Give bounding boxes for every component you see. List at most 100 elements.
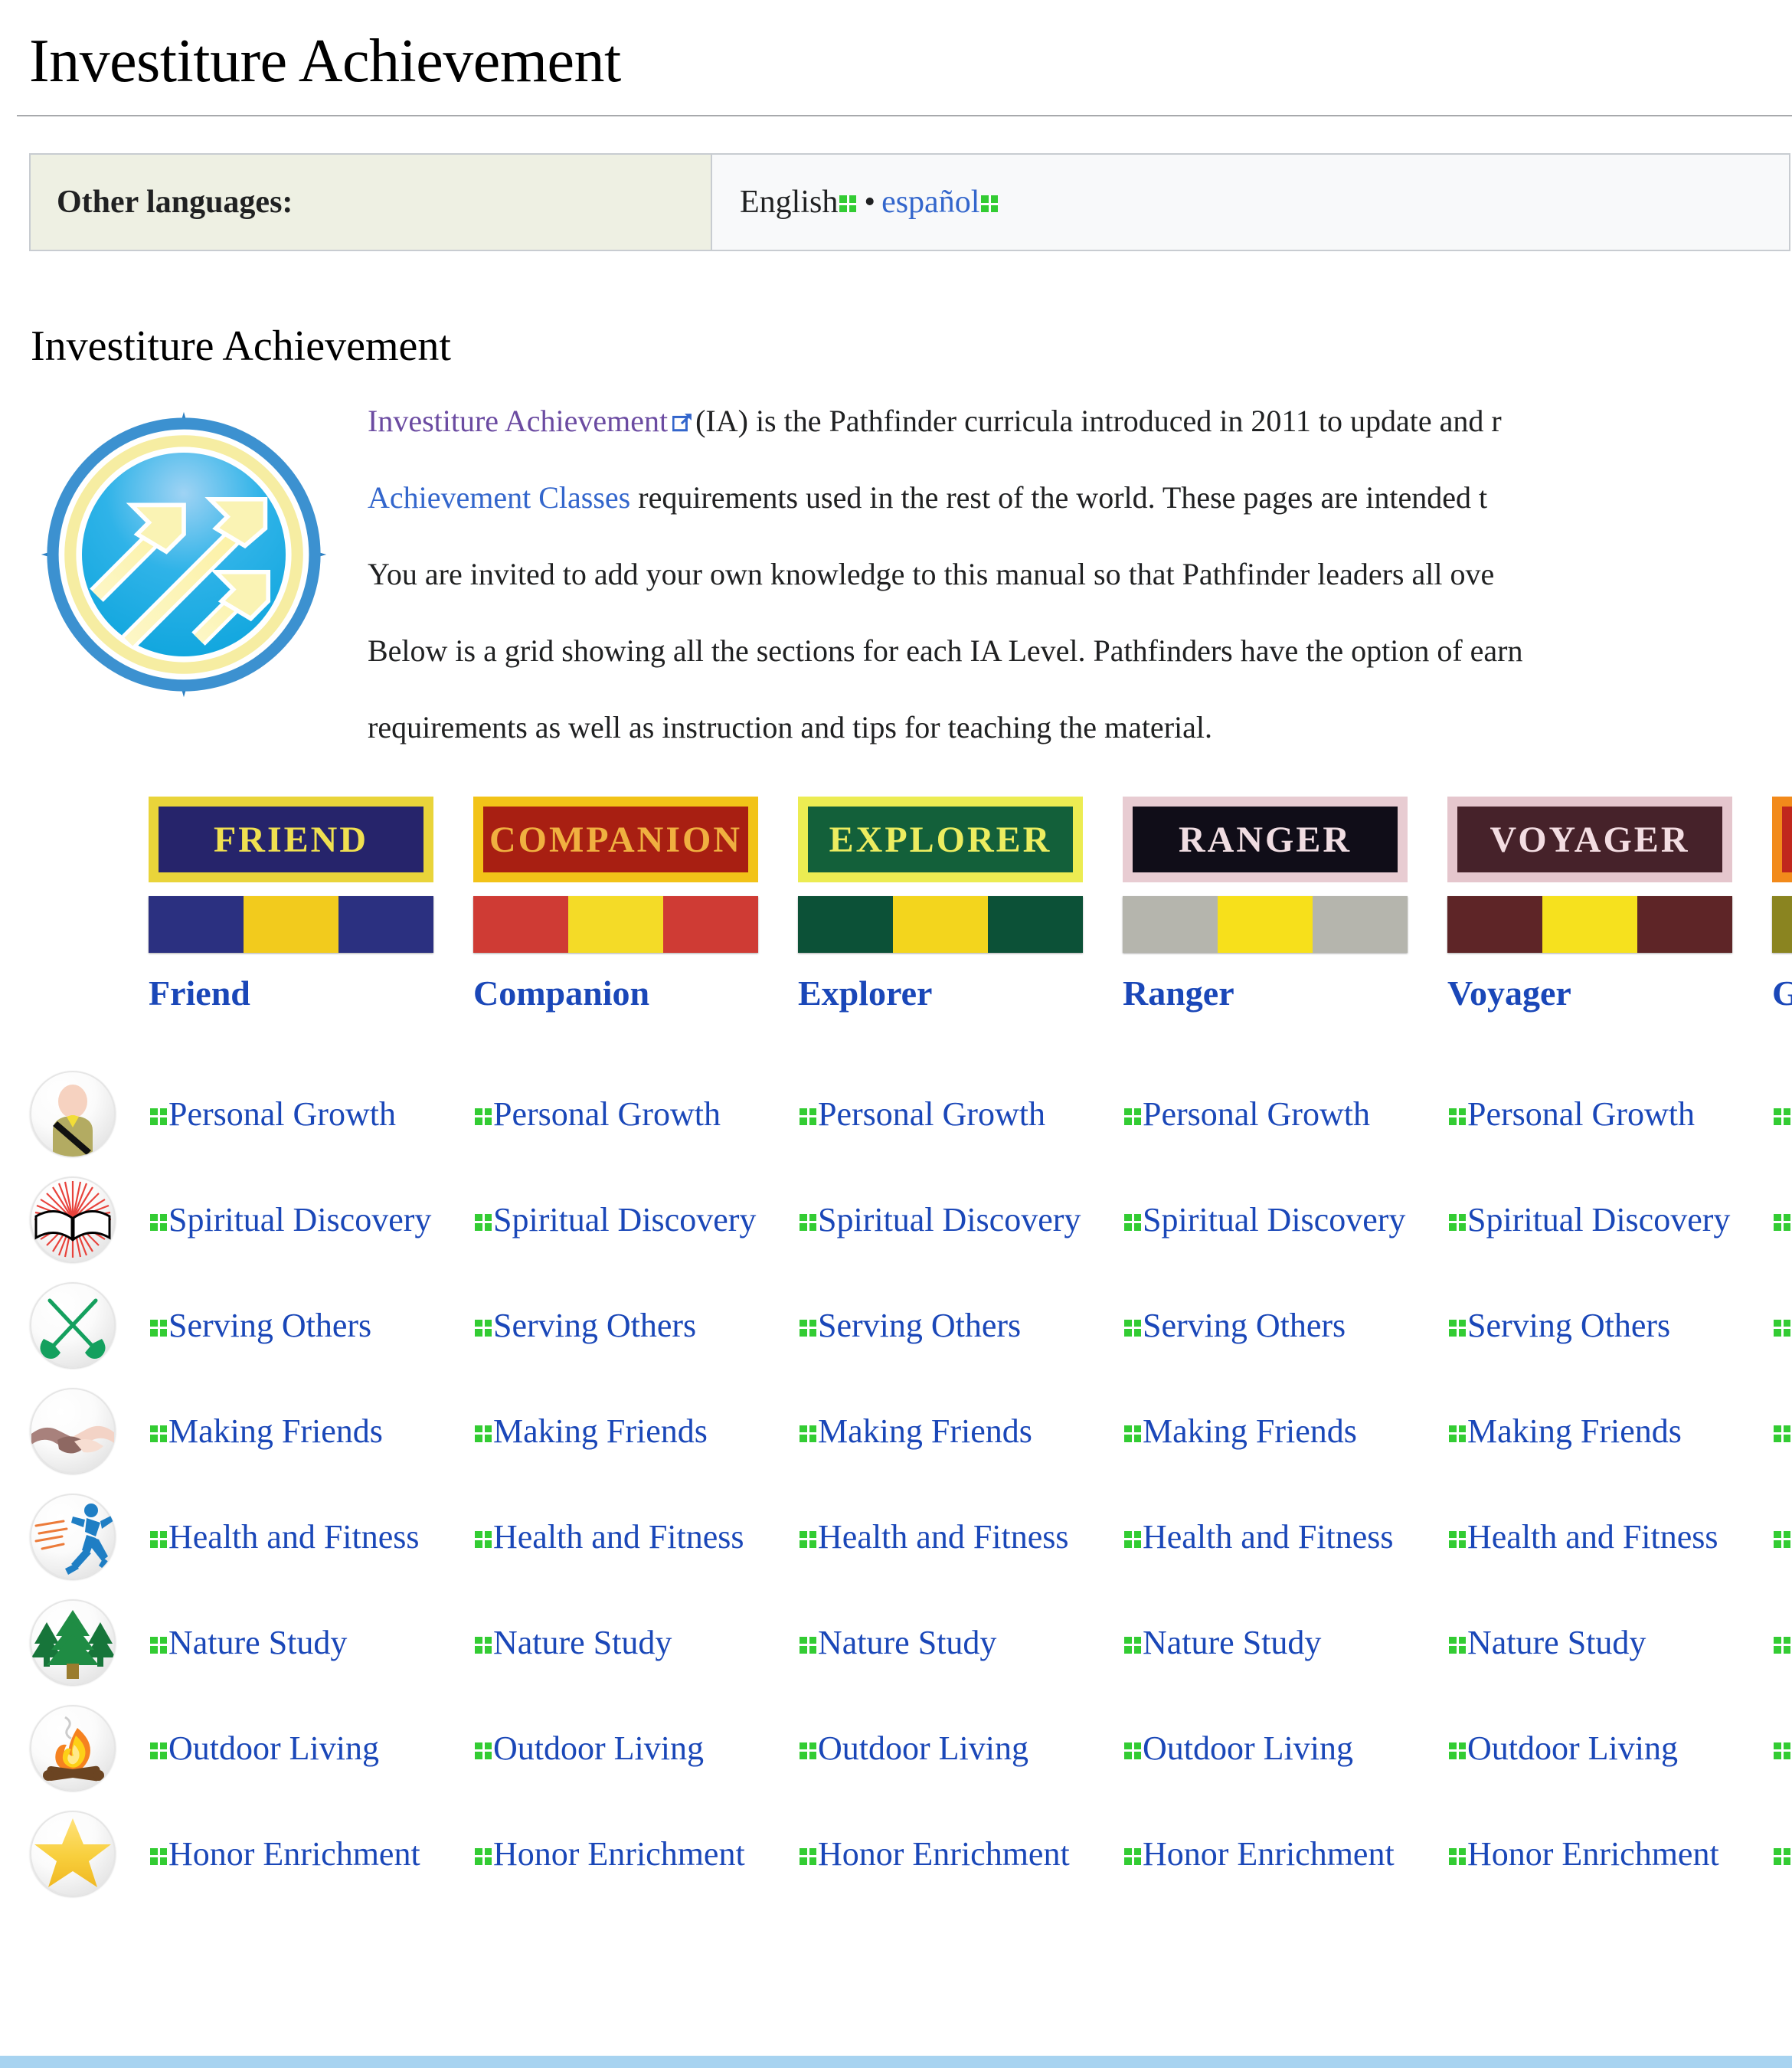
grid-icon[interactable] (1774, 1742, 1790, 1759)
grid-icon[interactable] (1449, 1108, 1466, 1125)
grid-icon[interactable] (1124, 1213, 1141, 1231)
class-badge-voyager[interactable]: VOYAGER (1447, 797, 1732, 882)
section-link-spiritual-discovery[interactable]: Spiritual Discovery (168, 1201, 431, 1239)
achievement-classes-link[interactable]: Achievement Classes (368, 480, 630, 515)
section-link-serving-others[interactable]: Serving Others (168, 1307, 371, 1344)
grid-icon[interactable] (475, 1847, 492, 1865)
section-link-making-friends[interactable]: Making Friends (168, 1412, 383, 1450)
grid-icon[interactable] (475, 1742, 492, 1759)
section-link-making-friends[interactable]: Making Friends (1143, 1412, 1357, 1450)
section-link-honor-enrichment[interactable]: Honor Enrichment (168, 1835, 420, 1873)
class-badge-explorer[interactable]: EXPLORER (798, 797, 1083, 882)
section-link-honor-enrichment[interactable]: Honor Enrichment (818, 1835, 1070, 1873)
section-link-health-and-fitness[interactable]: Health and Fitness (1467, 1518, 1718, 1556)
grid-icon[interactable] (1124, 1742, 1141, 1759)
section-link-spiritual-discovery[interactable]: Spiritual Discovery (1143, 1201, 1405, 1239)
section-link-spiritual-discovery[interactable]: Spiritual Discovery (1467, 1201, 1730, 1239)
class-label-voyager[interactable]: Voyager (1447, 973, 1769, 1013)
grid-icon[interactable] (800, 1213, 816, 1231)
grid-icon[interactable] (475, 1319, 492, 1337)
grid-icon[interactable] (150, 1530, 167, 1548)
class-badge-guide[interactable]: GUIDE (1772, 797, 1792, 882)
class-badge-companion[interactable]: COMPANION (473, 797, 758, 882)
grid-icon[interactable] (800, 1319, 816, 1337)
grid-icon[interactable] (1449, 1530, 1466, 1548)
class-label-guide[interactable]: Guide (1772, 973, 1792, 1013)
grid-icon[interactable] (800, 1530, 816, 1548)
grid-icon[interactable] (1774, 1319, 1790, 1337)
grid-icon[interactable] (1124, 1425, 1141, 1442)
grid-icon[interactable] (1449, 1319, 1466, 1337)
section-link-serving-others[interactable]: Serving Others (1467, 1307, 1670, 1344)
grid-icon[interactable] (150, 1213, 167, 1231)
grid-icon[interactable] (800, 1108, 816, 1125)
section-link-health-and-fitness[interactable]: Health and Fitness (493, 1518, 744, 1556)
class-label-friend[interactable]: Friend (149, 973, 470, 1013)
grid-icon[interactable] (1124, 1319, 1141, 1337)
class-label-ranger[interactable]: Ranger (1123, 973, 1444, 1013)
grid-icon[interactable] (1774, 1425, 1790, 1442)
grid-icon[interactable] (1449, 1742, 1466, 1759)
grid-icon[interactable] (1449, 1425, 1466, 1442)
section-link-spiritual-discovery[interactable]: Spiritual Discovery (493, 1201, 756, 1239)
grid-icon[interactable] (1124, 1847, 1141, 1865)
grid-icon[interactable] (1124, 1530, 1141, 1548)
grid-icon[interactable] (1449, 1636, 1466, 1654)
section-link-honor-enrichment[interactable]: Honor Enrichment (493, 1835, 745, 1873)
section-link-nature-study[interactable]: Nature Study (493, 1624, 672, 1661)
section-link-personal-growth[interactable]: Personal Growth (168, 1095, 396, 1133)
section-link-making-friends[interactable]: Making Friends (493, 1412, 708, 1450)
section-link-outdoor-living[interactable]: Outdoor Living (1143, 1729, 1353, 1767)
section-link-nature-study[interactable]: Nature Study (1467, 1624, 1646, 1661)
grid-icon[interactable] (475, 1213, 492, 1231)
grid-icon[interactable] (1774, 1847, 1790, 1865)
section-link-nature-study[interactable]: Nature Study (168, 1624, 347, 1661)
grid-icon[interactable] (800, 1742, 816, 1759)
grid-icon[interactable] (150, 1742, 167, 1759)
section-link-serving-others[interactable]: Serving Others (1143, 1307, 1346, 1344)
section-link-health-and-fitness[interactable]: Health and Fitness (818, 1518, 1069, 1556)
grid-icon[interactable] (800, 1425, 816, 1442)
section-link-making-friends[interactable]: Making Friends (818, 1412, 1032, 1450)
section-link-spiritual-discovery[interactable]: Spiritual Discovery (818, 1201, 1081, 1239)
section-link-outdoor-living[interactable]: Outdoor Living (493, 1729, 704, 1767)
investiture-achievement-link[interactable]: Investiture Achievement (368, 404, 668, 438)
grid-icon[interactable] (150, 1636, 167, 1654)
grid-icon[interactable] (981, 195, 999, 212)
grid-icon[interactable] (150, 1847, 167, 1865)
grid-icon[interactable] (150, 1319, 167, 1337)
section-link-nature-study[interactable]: Nature Study (1143, 1624, 1321, 1661)
grid-icon[interactable] (150, 1108, 167, 1125)
section-link-making-friends[interactable]: Making Friends (1467, 1412, 1682, 1450)
grid-icon[interactable] (475, 1108, 492, 1125)
section-link-outdoor-living[interactable]: Outdoor Living (818, 1729, 1028, 1767)
section-link-personal-growth[interactable]: Personal Growth (1467, 1095, 1695, 1133)
section-link-personal-growth[interactable]: Personal Growth (818, 1095, 1045, 1133)
section-link-personal-growth[interactable]: Personal Growth (493, 1095, 721, 1133)
grid-icon[interactable] (839, 195, 857, 212)
grid-icon[interactable] (1449, 1847, 1466, 1865)
section-link-outdoor-living[interactable]: Outdoor Living (1467, 1729, 1678, 1767)
grid-icon[interactable] (1774, 1636, 1790, 1654)
section-link-personal-growth[interactable]: Personal Growth (1143, 1095, 1370, 1133)
grid-icon[interactable] (475, 1636, 492, 1654)
grid-icon[interactable] (475, 1530, 492, 1548)
section-link-serving-others[interactable]: Serving Others (493, 1307, 696, 1344)
section-link-serving-others[interactable]: Serving Others (818, 1307, 1021, 1344)
section-link-nature-study[interactable]: Nature Study (818, 1624, 996, 1661)
grid-icon[interactable] (1124, 1108, 1141, 1125)
section-link-health-and-fitness[interactable]: Health and Fitness (168, 1518, 420, 1556)
grid-icon[interactable] (1774, 1213, 1790, 1231)
class-badge-ranger[interactable]: RANGER (1123, 797, 1408, 882)
grid-icon[interactable] (150, 1425, 167, 1442)
section-link-honor-enrichment[interactable]: Honor Enrichment (1467, 1835, 1719, 1873)
grid-icon[interactable] (475, 1425, 492, 1442)
grid-icon[interactable] (800, 1636, 816, 1654)
section-link-honor-enrichment[interactable]: Honor Enrichment (1143, 1835, 1395, 1873)
class-label-companion[interactable]: Companion (473, 973, 795, 1013)
grid-icon[interactable] (1774, 1530, 1790, 1548)
class-badge-friend[interactable]: FRIEND (149, 797, 433, 882)
section-link-outdoor-living[interactable]: Outdoor Living (168, 1729, 379, 1767)
grid-icon[interactable] (1449, 1213, 1466, 1231)
language-link-espanol[interactable]: español (881, 185, 979, 220)
